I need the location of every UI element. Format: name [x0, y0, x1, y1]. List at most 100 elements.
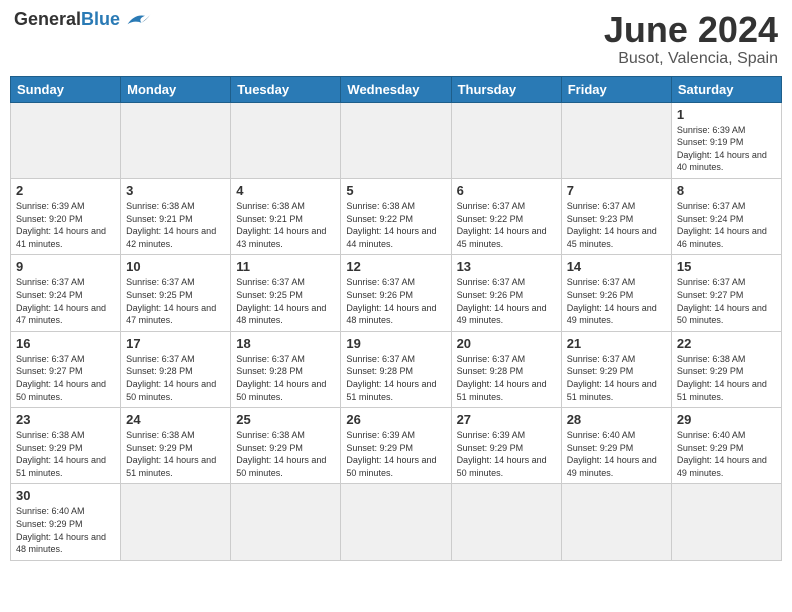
day-detail: Sunrise: 6:37 AMSunset: 9:24 PMDaylight:…	[677, 200, 776, 250]
day-number: 30	[16, 488, 115, 503]
logo-blue: Blue	[81, 9, 120, 29]
table-row	[451, 484, 561, 560]
table-row: 16Sunrise: 6:37 AMSunset: 9:27 PMDayligh…	[11, 331, 121, 407]
table-row: 18Sunrise: 6:37 AMSunset: 9:28 PMDayligh…	[231, 331, 341, 407]
table-row: 29Sunrise: 6:40 AMSunset: 9:29 PMDayligh…	[671, 408, 781, 484]
calendar-row: 30 Sunrise: 6:40 AMSunset: 9:29 PMDayligh…	[11, 484, 782, 560]
day-number: 23	[16, 412, 115, 427]
day-detail: Sunrise: 6:40 AMSunset: 9:29 PMDaylight:…	[567, 429, 666, 479]
table-row	[671, 484, 781, 560]
day-number: 28	[567, 412, 666, 427]
day-number: 2	[16, 183, 115, 198]
day-detail: Sunrise: 6:39 AMSunset: 9:29 PMDaylight:…	[457, 429, 556, 479]
table-row	[231, 102, 341, 178]
table-row	[451, 102, 561, 178]
day-detail: Sunrise: 6:37 AMSunset: 9:27 PMDaylight:…	[677, 276, 776, 326]
table-row: 22 Sunrise: 6:38 AMSunset: 9:29 PMDayligh…	[671, 331, 781, 407]
day-detail: Sunrise: 6:38 AMSunset: 9:29 PMDaylight:…	[677, 353, 776, 403]
table-row	[341, 484, 451, 560]
day-detail: Sunrise: 6:39 AMSunset: 9:19 PMDaylight:…	[677, 124, 776, 174]
calendar-row: 23 Sunrise: 6:38 AMSunset: 9:29 PMDayligh…	[11, 408, 782, 484]
day-number: 12	[346, 259, 445, 274]
day-detail: Sunrise: 6:38 AMSunset: 9:29 PMDaylight:…	[126, 429, 225, 479]
table-row: 20Sunrise: 6:37 AMSunset: 9:28 PMDayligh…	[451, 331, 561, 407]
day-detail: Sunrise: 6:37 AMSunset: 9:25 PMDaylight:…	[126, 276, 225, 326]
table-row: 13Sunrise: 6:37 AMSunset: 9:26 PMDayligh…	[451, 255, 561, 331]
table-row: 30 Sunrise: 6:40 AMSunset: 9:29 PMDayligh…	[11, 484, 121, 560]
table-row: 19Sunrise: 6:37 AMSunset: 9:28 PMDayligh…	[341, 331, 451, 407]
calendar-row: 2 Sunrise: 6:39 AMSunset: 9:20 PMDaylight…	[11, 178, 782, 254]
title-area: June 2024 Busot, Valencia, Spain	[604, 10, 778, 68]
day-detail: Sunrise: 6:37 AMSunset: 9:24 PMDaylight:…	[16, 276, 115, 326]
day-number: 9	[16, 259, 115, 274]
table-row: 8 Sunrise: 6:37 AMSunset: 9:24 PMDaylight…	[671, 178, 781, 254]
table-row: 7 Sunrise: 6:37 AMSunset: 9:23 PMDaylight…	[561, 178, 671, 254]
header-sunday: Sunday	[11, 76, 121, 102]
table-row	[11, 102, 121, 178]
day-detail: Sunrise: 6:37 AMSunset: 9:23 PMDaylight:…	[567, 200, 666, 250]
day-number: 3	[126, 183, 225, 198]
day-number: 22	[677, 336, 776, 351]
calendar-row: 9 Sunrise: 6:37 AMSunset: 9:24 PMDaylight…	[11, 255, 782, 331]
day-detail: Sunrise: 6:38 AMSunset: 9:21 PMDaylight:…	[126, 200, 225, 250]
day-detail: Sunrise: 6:37 AMSunset: 9:28 PMDaylight:…	[126, 353, 225, 403]
day-detail: Sunrise: 6:37 AMSunset: 9:22 PMDaylight:…	[457, 200, 556, 250]
header-thursday: Thursday	[451, 76, 561, 102]
table-row: 2 Sunrise: 6:39 AMSunset: 9:20 PMDaylight…	[11, 178, 121, 254]
day-number: 20	[457, 336, 556, 351]
calendar-row: 16Sunrise: 6:37 AMSunset: 9:27 PMDayligh…	[11, 331, 782, 407]
day-detail: Sunrise: 6:38 AMSunset: 9:22 PMDaylight:…	[346, 200, 445, 250]
calendar-row: 1 Sunrise: 6:39 AMSunset: 9:19 PMDaylight…	[11, 102, 782, 178]
day-number: 16	[16, 336, 115, 351]
header-friday: Friday	[561, 76, 671, 102]
table-row	[121, 102, 231, 178]
table-row: 17 Sunrise: 6:37 AMSunset: 9:28 PMDayligh…	[121, 331, 231, 407]
table-row	[341, 102, 451, 178]
header-tuesday: Tuesday	[231, 76, 341, 102]
table-row: 24 Sunrise: 6:38 AMSunset: 9:29 PMDayligh…	[121, 408, 231, 484]
day-number: 26	[346, 412, 445, 427]
table-row	[121, 484, 231, 560]
day-detail: Sunrise: 6:37 AMSunset: 9:25 PMDaylight:…	[236, 276, 335, 326]
table-row: 27 Sunrise: 6:39 AMSunset: 9:29 PMDayligh…	[451, 408, 561, 484]
table-row: 10 Sunrise: 6:37 AMSunset: 9:25 PMDayligh…	[121, 255, 231, 331]
logo: GeneralBlue	[14, 10, 152, 30]
day-detail: Sunrise: 6:37 AMSunset: 9:28 PMDaylight:…	[346, 353, 445, 403]
day-number: 14	[567, 259, 666, 274]
day-number: 8	[677, 183, 776, 198]
day-detail: Sunrise: 6:40 AMSunset: 9:29 PMDaylight:…	[16, 505, 115, 555]
header-wednesday: Wednesday	[341, 76, 451, 102]
table-row: 26Sunrise: 6:39 AMSunset: 9:29 PMDayligh…	[341, 408, 451, 484]
day-number: 21	[567, 336, 666, 351]
header: GeneralBlue June 2024 Busot, Valencia, S…	[10, 10, 782, 68]
day-number: 10	[126, 259, 225, 274]
weekday-header-row: Sunday Monday Tuesday Wednesday Thursday…	[11, 76, 782, 102]
day-number: 24	[126, 412, 225, 427]
header-monday: Monday	[121, 76, 231, 102]
day-number: 5	[346, 183, 445, 198]
day-number: 4	[236, 183, 335, 198]
table-row: 4 Sunrise: 6:38 AMSunset: 9:21 PMDaylight…	[231, 178, 341, 254]
day-number: 1	[677, 107, 776, 122]
day-number: 18	[236, 336, 335, 351]
day-detail: Sunrise: 6:40 AMSunset: 9:29 PMDaylight:…	[677, 429, 776, 479]
table-row: 9 Sunrise: 6:37 AMSunset: 9:24 PMDaylight…	[11, 255, 121, 331]
table-row: 21Sunrise: 6:37 AMSunset: 9:29 PMDayligh…	[561, 331, 671, 407]
logo-general: General	[14, 9, 81, 29]
day-detail: Sunrise: 6:38 AMSunset: 9:29 PMDaylight:…	[16, 429, 115, 479]
day-number: 27	[457, 412, 556, 427]
table-row	[561, 102, 671, 178]
logo-bird-icon	[124, 10, 152, 30]
day-number: 17	[126, 336, 225, 351]
calendar: Sunday Monday Tuesday Wednesday Thursday…	[10, 76, 782, 561]
day-number: 7	[567, 183, 666, 198]
table-row: 25Sunrise: 6:38 AMSunset: 9:29 PMDayligh…	[231, 408, 341, 484]
table-row: 12Sunrise: 6:37 AMSunset: 9:26 PMDayligh…	[341, 255, 451, 331]
day-detail: Sunrise: 6:38 AMSunset: 9:21 PMDaylight:…	[236, 200, 335, 250]
location-title: Busot, Valencia, Spain	[604, 50, 778, 68]
day-detail: Sunrise: 6:38 AMSunset: 9:29 PMDaylight:…	[236, 429, 335, 479]
table-row: 3 Sunrise: 6:38 AMSunset: 9:21 PMDaylight…	[121, 178, 231, 254]
table-row: 23 Sunrise: 6:38 AMSunset: 9:29 PMDayligh…	[11, 408, 121, 484]
day-detail: Sunrise: 6:39 AMSunset: 9:20 PMDaylight:…	[16, 200, 115, 250]
day-number: 15	[677, 259, 776, 274]
